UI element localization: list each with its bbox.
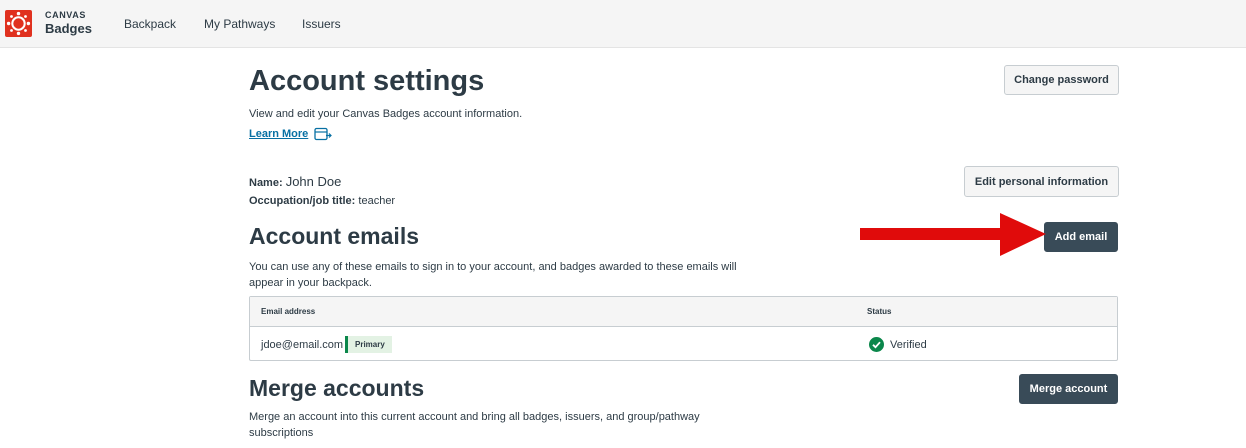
change-password-button[interactable]: Change password [1004,65,1119,95]
learn-more-link[interactable]: Learn More [249,127,333,141]
nav-link-my-pathways[interactable]: My Pathways [204,17,275,31]
checkmark-circle-icon [869,337,884,352]
page-title: Account settings [249,65,485,97]
merge-desc-line1: Merge an account into this current accou… [249,411,700,423]
top-nav: CANVAS Badges Backpack My Pathways Issue… [0,0,1246,48]
external-link-icon [314,127,333,141]
account-emails-heading: Account emails [249,223,419,249]
nav-link-backpack[interactable]: Backpack [124,17,176,31]
emails-table: Email address Status jdoe@email.com Prim… [249,296,1118,361]
column-header-status: Status [867,307,892,316]
occupation-label: Occupation/job title: [249,195,356,207]
emails-desc-line1: You can use any of these emails to sign … [249,261,737,273]
table-header: Email address Status [250,297,1117,327]
merge-account-button[interactable]: Merge account [1019,374,1118,404]
occupation-field: Occupation/job title: teacher [249,195,395,207]
canvas-logo-icon[interactable] [5,10,32,37]
brand-line-badges: Badges [45,21,92,36]
status-cell: Verified [869,337,927,352]
account-emails-description: You can use any of these emails to sign … [249,259,737,291]
name-label: Name: [249,177,283,189]
status-verified: Verified [890,338,927,351]
column-header-email: Email address [261,307,316,316]
name-field: Name: John Doe [249,174,341,189]
annotation-arrow-icon [860,213,1046,256]
brand-line-canvas: CANVAS [45,10,86,20]
merge-desc-line2: subscriptions [249,427,314,439]
emails-desc-line2: appear in your backpack. [249,277,372,289]
merge-accounts-description: Merge an account into this current accou… [249,409,700,441]
page-description: View and edit your Canvas Badges account… [249,108,523,120]
name-value: John Doe [285,174,342,189]
email-address: jdoe@email.com [261,339,344,351]
primary-badge: Primary [345,336,392,353]
merge-accounts-heading: Merge accounts [249,375,425,401]
occupation-value: teacher [358,195,396,207]
nav-link-issuers[interactable]: Issuers [302,17,341,31]
add-email-button[interactable]: Add email [1044,222,1118,252]
brand-name[interactable]: CANVAS Badges [45,10,92,36]
edit-personal-information-button[interactable]: Edit personal information [964,166,1119,197]
table-row: jdoe@email.com Primary Verified [250,328,1117,361]
learn-more-label: Learn More [249,128,309,140]
